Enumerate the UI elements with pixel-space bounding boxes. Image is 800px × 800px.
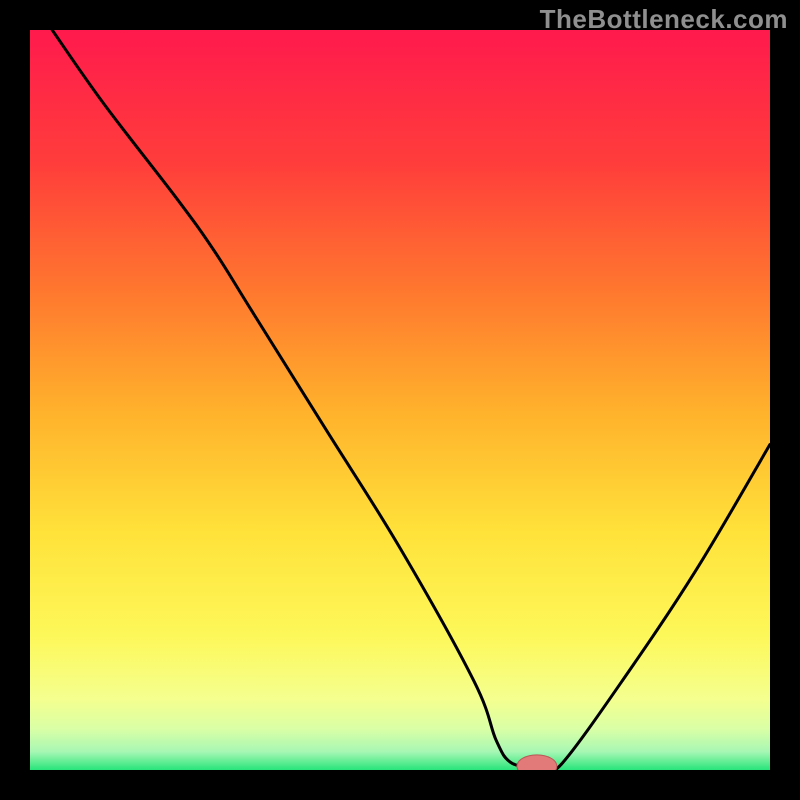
bottleneck-chart bbox=[30, 30, 770, 770]
chart-frame: { "watermark": "TheBottleneck.com", "col… bbox=[0, 0, 800, 800]
gradient-background bbox=[30, 30, 770, 770]
